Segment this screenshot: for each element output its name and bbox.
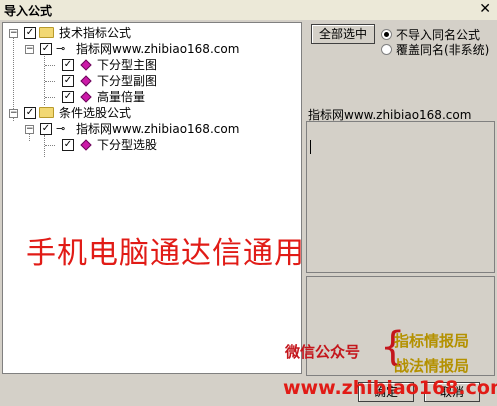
- checkbox-checked[interactable]: ✓: [62, 75, 74, 87]
- formula-tree[interactable]: − ✓ 技术指标公式 − ✓ ⊸ 指标网www.zhibiao168.com ✓…: [2, 22, 302, 374]
- formula-gem-icon: [80, 59, 92, 71]
- tree-node-label: 下分型主图: [97, 58, 158, 72]
- checkbox-checked[interactable]: ✓: [24, 107, 36, 119]
- tree-line: [45, 65, 55, 66]
- tree-node-formula[interactable]: ✓ 下分型选股: [3, 137, 299, 153]
- tree-node-label: 下分型选股: [97, 138, 158, 152]
- checkbox-checked[interactable]: ✓: [24, 27, 36, 39]
- key-icon: ⊸: [56, 42, 66, 55]
- tree-node-tech-indicators[interactable]: − ✓ 技术指标公式: [3, 25, 299, 41]
- checkbox-checked[interactable]: ✓: [62, 139, 74, 151]
- brand-top: 指标情报局: [394, 332, 470, 350]
- site-url: www.zhibiao168.com: [283, 377, 497, 399]
- tree-node-stock-screening[interactable]: − ✓ 条件选股公式: [3, 105, 299, 121]
- formula-gem-icon: [80, 139, 92, 151]
- tree-node-label: 下分型副图: [97, 74, 158, 88]
- collapse-icon[interactable]: −: [25, 125, 34, 134]
- tree-node-label: 指标网www.zhibiao168.com: [76, 122, 240, 136]
- option-label: 覆盖同名(非系统): [396, 43, 490, 57]
- formula-gem-icon: [80, 91, 92, 103]
- tree-node-label: 条件选股公式: [59, 106, 132, 120]
- select-all-button[interactable]: 全部选中: [311, 24, 375, 44]
- tree-node-label: 高量倍量: [97, 90, 146, 104]
- close-icon[interactable]: ✕: [479, 1, 491, 17]
- tree-line: [45, 81, 55, 82]
- folder-icon: [39, 27, 54, 38]
- brand-bottom: 战法情报局: [394, 357, 470, 375]
- tree-node-formula[interactable]: ✓ 下分型副图: [3, 73, 299, 89]
- radio-selected[interactable]: [381, 29, 392, 40]
- collapse-icon[interactable]: −: [9, 109, 18, 118]
- tree-node-formula[interactable]: ✓ 下分型主图: [3, 57, 299, 73]
- tree-line: [45, 145, 55, 146]
- formula-gem-icon: [80, 75, 92, 87]
- collapse-icon[interactable]: −: [25, 45, 34, 54]
- key-icon: ⊸: [56, 122, 66, 135]
- description-textarea[interactable]: [306, 121, 495, 273]
- checkbox-checked[interactable]: ✓: [62, 91, 74, 103]
- collapse-icon[interactable]: −: [9, 29, 18, 38]
- tree-line: [45, 97, 55, 98]
- promo-headline: 手机电脑通达信通用: [26, 236, 305, 271]
- tree-node-label: 指标网www.zhibiao168.com: [76, 42, 240, 56]
- radio-unselected[interactable]: [381, 44, 392, 55]
- window-title: 导入公式: [4, 4, 53, 18]
- wechat-label: 微信公众号: [285, 343, 361, 361]
- checkbox-checked[interactable]: ✓: [62, 59, 74, 71]
- text-caret: [310, 140, 311, 154]
- checkbox-checked[interactable]: ✓: [40, 123, 52, 135]
- folder-icon: [39, 107, 54, 118]
- checkbox-checked[interactable]: ✓: [40, 43, 52, 55]
- title-bar: 导入公式 ✕: [0, 0, 497, 20]
- import-formula-dialog: 导入公式 ✕ − ✓ 技术指标公式 − ✓ ⊸ 指标网www.zhibiao16…: [0, 0, 497, 406]
- tree-node-zhibiao-site[interactable]: − ✓ ⊸ 指标网www.zhibiao168.com: [3, 41, 299, 57]
- tree-node-formula[interactable]: ✓ 高量倍量: [3, 89, 299, 105]
- tree-node-label: 技术指标公式: [59, 26, 132, 40]
- tree-node-zhibiao-site[interactable]: − ✓ ⊸ 指标网www.zhibiao168.com: [3, 121, 299, 137]
